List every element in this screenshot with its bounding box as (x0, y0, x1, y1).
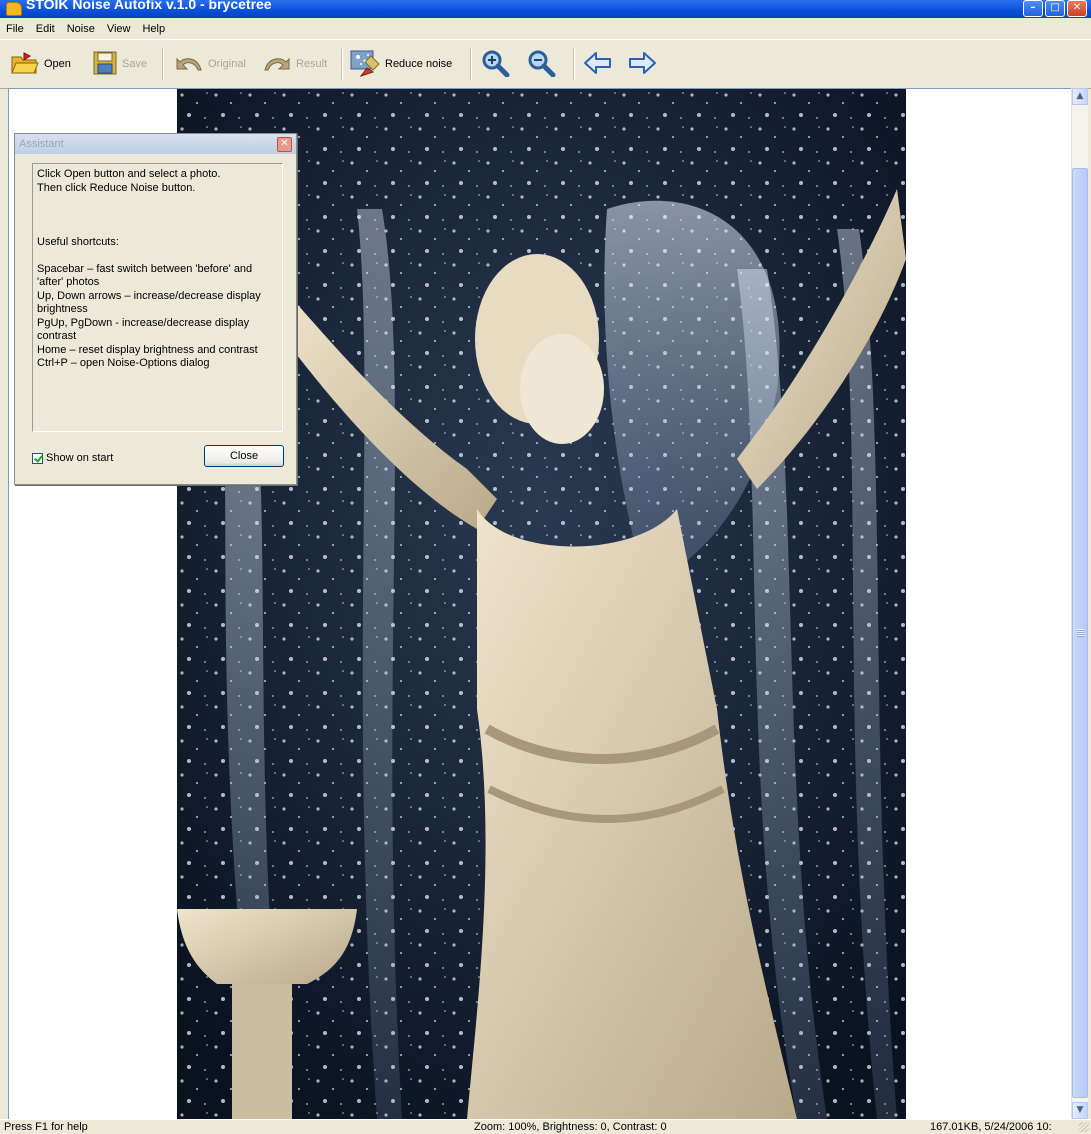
assistant-text: Click Open button and select a photo. Th… (32, 163, 283, 432)
toolbar-separator (470, 48, 472, 80)
show-on-start-checkbox[interactable]: Show on start (32, 452, 113, 464)
arrow-left-icon (583, 50, 613, 79)
assistant-title: Assistant (15, 134, 296, 154)
toolbar-separator (573, 48, 575, 80)
maximize-button[interactable]: □ (1045, 0, 1065, 17)
folder-open-icon (10, 51, 40, 78)
reduce-noise-button[interactable]: Reduce noise (349, 50, 452, 78)
zoom-in-icon (481, 49, 511, 80)
menu-bar: File Edit Noise View Help (0, 18, 1091, 39)
assistant-close-icon[interactable]: ✕ (277, 137, 292, 152)
window-controls: – □ ✕ (1023, 0, 1087, 18)
title-bar: STOIK Noise Autofix v.1.0 - brycetree – … (0, 0, 1091, 18)
save-button[interactable]: Save (92, 50, 147, 78)
window-title: STOIK Noise Autofix v.1.0 - brycetree (26, 0, 272, 12)
arrow-right-icon (627, 50, 657, 79)
menu-edit[interactable]: Edit (30, 23, 61, 35)
result-button-label: Result (296, 58, 328, 70)
previous-button[interactable] (583, 50, 617, 78)
reduce-noise-button-label: Reduce noise (385, 58, 453, 70)
scroll-down-arrow[interactable]: ▼ (1072, 1102, 1088, 1119)
app-icon (6, 2, 22, 16)
save-button-label: Save (122, 58, 148, 70)
curved-arrow-right-icon (262, 52, 292, 77)
minimize-button[interactable]: – (1023, 0, 1043, 17)
status-file-info: 167.01KB, 5/24/2006 10: (930, 1121, 1052, 1133)
assistant-close-button[interactable]: Close (204, 445, 284, 467)
resize-grip[interactable] (1079, 1122, 1089, 1132)
toolbar: Open Save Original Result Reduce noise (0, 39, 1091, 89)
open-button[interactable]: Open (10, 50, 71, 78)
result-button[interactable]: Result (262, 50, 327, 78)
zoom-out-icon (527, 49, 557, 80)
scroll-grip (1077, 629, 1084, 637)
show-on-start-label: Show on start (46, 452, 114, 464)
curved-arrow-left-icon (174, 52, 204, 77)
menu-noise[interactable]: Noise (61, 23, 101, 35)
menu-view[interactable]: View (101, 23, 137, 35)
toolbar-separator (162, 48, 164, 80)
floppy-disk-icon (92, 50, 118, 79)
status-info: Zoom: 100%, Brightness: 0, Contrast: 0 (474, 1121, 667, 1133)
status-help: Press F1 for help (4, 1121, 88, 1133)
scroll-up-arrow[interactable]: ▲ (1072, 88, 1088, 105)
toolbar-separator (341, 48, 343, 80)
menu-file[interactable]: File (0, 23, 30, 35)
close-window-button[interactable]: ✕ (1067, 0, 1087, 17)
reduce-noise-icon (349, 48, 381, 81)
zoom-in-button[interactable] (481, 50, 515, 78)
original-button-label: Original (208, 58, 246, 70)
next-button[interactable] (627, 50, 661, 78)
open-button-label: Open (44, 58, 71, 70)
menu-help[interactable]: Help (136, 23, 171, 35)
scroll-thumb[interactable] (1072, 168, 1088, 1098)
zoom-out-button[interactable] (527, 50, 561, 78)
assistant-panel: Assistant ✕ Click Open button and select… (14, 133, 297, 485)
vertical-scrollbar[interactable]: ▲ ▼ (1071, 88, 1088, 1119)
status-bar: Press F1 for help Zoom: 100%, Brightness… (0, 1119, 1091, 1134)
original-button[interactable]: Original (174, 50, 246, 78)
checkbox-checked-icon[interactable] (32, 452, 43, 464)
